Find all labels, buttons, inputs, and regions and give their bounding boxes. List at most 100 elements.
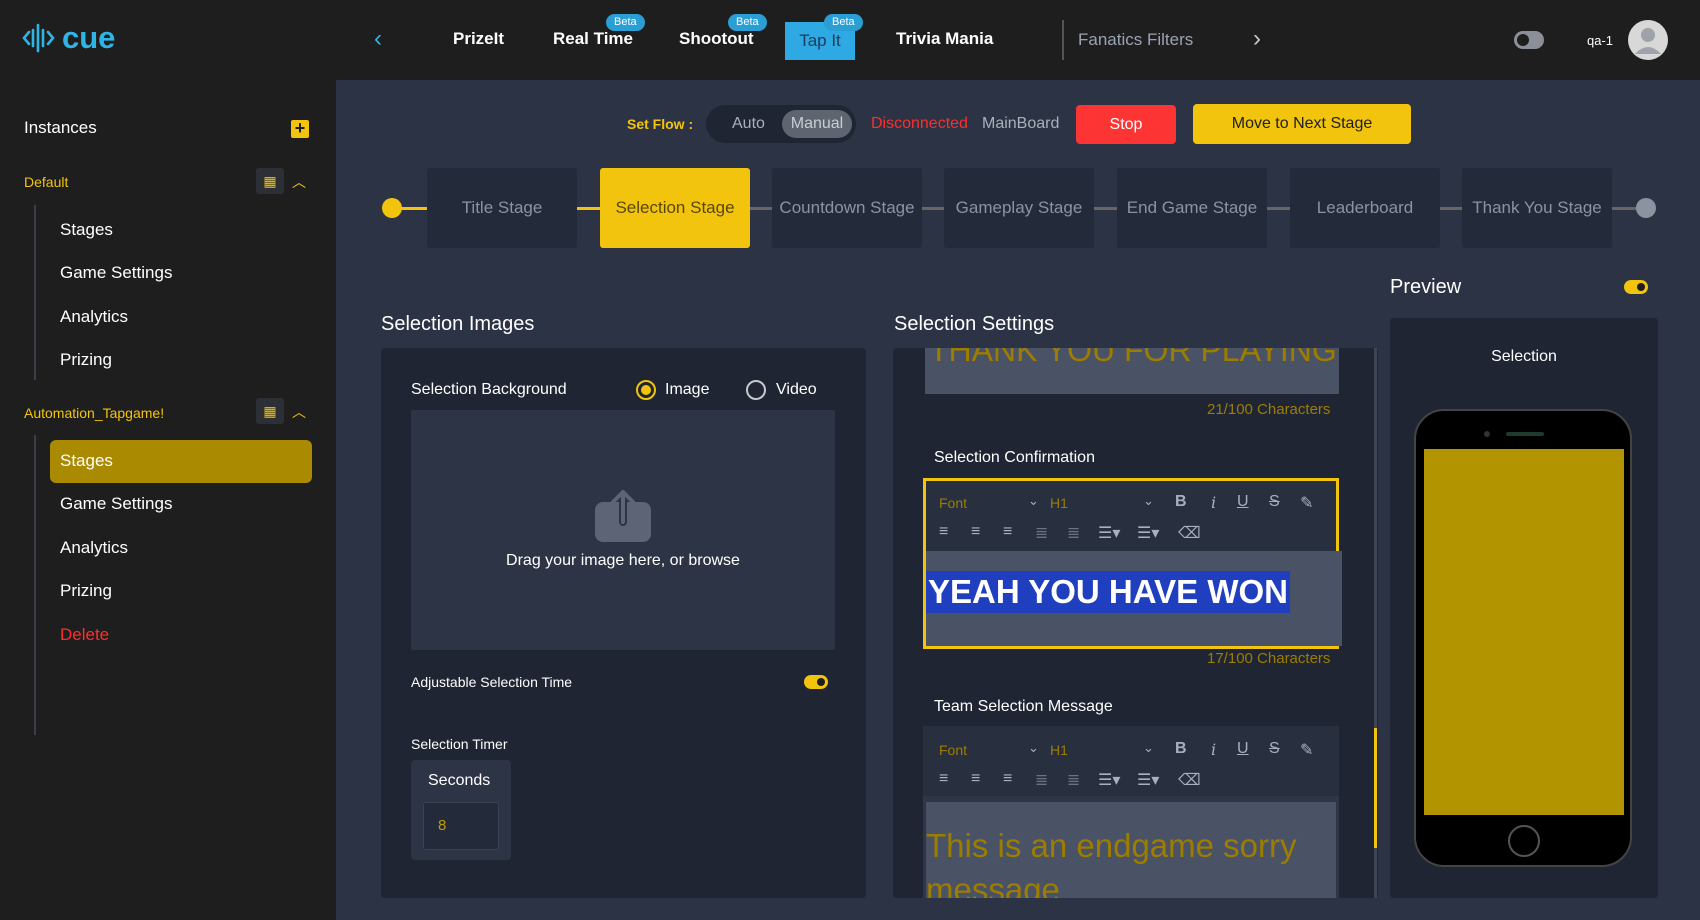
outdent-icon[interactable]: ≣ [1067, 770, 1080, 790]
sidebar-item-analytics[interactable]: Analytics [60, 538, 128, 558]
stage-countdown[interactable]: Countdown Stage [772, 168, 922, 248]
strikethrough-icon[interactable]: S [1269, 493, 1280, 511]
add-instance-button[interactable]: + [291, 119, 309, 138]
nav-divider [1062, 20, 1064, 60]
qr-code-icon[interactable]: ▦ [256, 168, 284, 194]
ordered-list-icon[interactable]: ☰▾ [1098, 523, 1120, 543]
chevron-down-icon[interactable]: ⌄ [1143, 493, 1154, 509]
image-dropzone[interactable]: Drag your image here, or browse [411, 410, 835, 650]
eraser-icon[interactable]: ⌫ [1178, 523, 1201, 543]
nav-item-fanatics-filters[interactable]: Fanatics Filters [1078, 30, 1193, 50]
bold-icon[interactable]: B [1175, 740, 1187, 758]
selection-images-title: Selection Images [381, 313, 535, 335]
highlighter-icon[interactable]: ✎ [1300, 493, 1313, 513]
nav-item-label: Tap It [799, 31, 841, 50]
preview-toggle[interactable] [1624, 280, 1648, 294]
confirmation-text-area[interactable]: YEAH YOU HAVE WON [926, 551, 1342, 646]
nav-item-shootout[interactable]: Shootout [679, 29, 754, 49]
stage-selection[interactable]: Selection Stage [600, 168, 750, 248]
confirmation-text: YEAH YOU HAVE WON [926, 571, 1290, 613]
underline-icon[interactable]: U [1237, 740, 1249, 758]
ordered-list-icon[interactable]: ☰▾ [1098, 770, 1120, 790]
stage-gameplay[interactable]: Gameplay Stage [944, 168, 1094, 248]
instance-default[interactable]: Default [24, 174, 68, 190]
image-radio[interactable] [636, 380, 656, 400]
bold-icon[interactable]: B [1175, 493, 1187, 511]
user-avatar-icon[interactable] [1628, 20, 1668, 60]
heading-select[interactable]: H1 [1050, 742, 1068, 758]
previous-char-count: 21/100 Characters [1207, 401, 1331, 418]
sidebar-item-game-settings[interactable]: Game Settings [60, 263, 172, 283]
italic-icon[interactable]: i [1211, 493, 1216, 512]
stage-start-dot [382, 198, 402, 218]
cue-waveform-icon [22, 23, 55, 53]
heading-select[interactable]: H1 [1050, 495, 1068, 511]
align-right-icon[interactable]: ≡ [1003, 770, 1012, 788]
confirmation-char-count: 17/100 Characters [1207, 650, 1331, 667]
upload-icon [595, 488, 651, 542]
sidebar-item-stages-active[interactable]: Stages [60, 451, 113, 471]
align-center-icon[interactable]: ≡ [971, 770, 980, 788]
align-right-icon[interactable]: ≡ [1003, 523, 1012, 541]
selection-confirmation-label: Selection Confirmation [934, 449, 1095, 466]
indent-icon[interactable]: ≣ [1035, 523, 1048, 543]
nav-item-prizeit[interactable]: PrizeIt [453, 29, 504, 49]
chevron-up-icon[interactable]: ︿ [292, 402, 306, 422]
editor-toolbar: Font ⌄ H1 ⌄ B i U S ✎ ≡ ≡ ≡ ≣ ≣ ☰▾ ☰▾ ⌫ [923, 726, 1339, 796]
settings-scroll-area[interactable]: THANK YOU FOR PLAYING 21/100 Characters … [893, 348, 1373, 898]
preview-title: Preview [1390, 276, 1462, 298]
chevron-down-icon[interactable]: ⌄ [1028, 493, 1039, 509]
italic-icon[interactable]: i [1211, 740, 1216, 759]
align-left-icon[interactable]: ≡ [939, 523, 948, 541]
highlighter-icon[interactable]: ✎ [1300, 740, 1313, 760]
flow-auto-option[interactable]: Auto [732, 115, 765, 133]
sidebar-item-prizing[interactable]: Prizing [60, 581, 112, 601]
adjustable-time-toggle[interactable] [804, 675, 828, 689]
sidebar-item-game-settings[interactable]: Game Settings [60, 494, 172, 514]
video-radio[interactable] [746, 380, 766, 400]
underline-icon[interactable]: U [1237, 493, 1249, 511]
chevron-down-icon[interactable]: ⌄ [1028, 740, 1039, 756]
stage-thank-you[interactable]: Thank You Stage [1462, 168, 1612, 248]
bullet-list-icon[interactable]: ☰▾ [1137, 523, 1159, 543]
stage-end-dot [1636, 198, 1656, 218]
logo[interactable]: cue [22, 20, 115, 56]
instance-automation-tapgame[interactable]: Automation_Tapgame! [24, 405, 164, 421]
flow-manual-option[interactable]: Manual [782, 110, 852, 138]
seconds-input[interactable]: 8 [423, 802, 499, 850]
team-selection-label: Team Selection Message [934, 698, 1113, 715]
bullet-list-icon[interactable]: ☰▾ [1137, 770, 1159, 790]
team-message-text-area[interactable]: This is an endgame sorry message [926, 802, 1336, 898]
chevron-up-icon[interactable]: ︿ [292, 172, 306, 192]
stage-title[interactable]: Title Stage [427, 168, 577, 248]
nav-item-real-time[interactable]: Real Time [553, 29, 633, 49]
stop-button[interactable]: Stop [1076, 105, 1176, 144]
selection-timer-label: Selection Timer [411, 736, 508, 752]
align-center-icon[interactable]: ≡ [971, 523, 980, 541]
indent-icon[interactable]: ≣ [1035, 770, 1048, 790]
stage-leaderboard[interactable]: Leaderboard [1290, 168, 1440, 248]
settings-scrollbar-thumb[interactable] [1374, 728, 1377, 848]
outdent-icon[interactable]: ≣ [1067, 523, 1080, 543]
sidebar-item-prizing[interactable]: Prizing [60, 350, 112, 370]
eraser-icon[interactable]: ⌫ [1178, 770, 1201, 790]
align-left-icon[interactable]: ≡ [939, 770, 948, 788]
chevron-left-icon[interactable]: ‹ [366, 26, 390, 52]
strikethrough-icon[interactable]: S [1269, 740, 1280, 758]
tree-line [34, 435, 36, 735]
theme-toggle-icon[interactable] [1514, 31, 1544, 49]
sidebar-item-analytics[interactable]: Analytics [60, 307, 128, 327]
font-select[interactable]: Font [939, 495, 967, 511]
sidebar-item-stages[interactable]: Stages [60, 220, 113, 240]
nav-item-trivia-mania[interactable]: Trivia Mania [896, 29, 993, 49]
font-select[interactable]: Font [939, 742, 967, 758]
stage-end-game[interactable]: End Game Stage [1117, 168, 1267, 248]
chevron-down-icon[interactable]: ⌄ [1143, 740, 1154, 756]
previous-text-area[interactable]: THANK YOU FOR PLAYING [925, 348, 1339, 394]
move-next-stage-button[interactable]: Move to Next Stage [1193, 104, 1411, 144]
logo-text: cue [62, 20, 116, 55]
tree-line [34, 205, 36, 380]
sidebar-item-delete[interactable]: Delete [60, 625, 109, 645]
qr-code-icon[interactable]: ▦ [256, 398, 284, 424]
chevron-right-icon[interactable]: › [1245, 26, 1269, 52]
